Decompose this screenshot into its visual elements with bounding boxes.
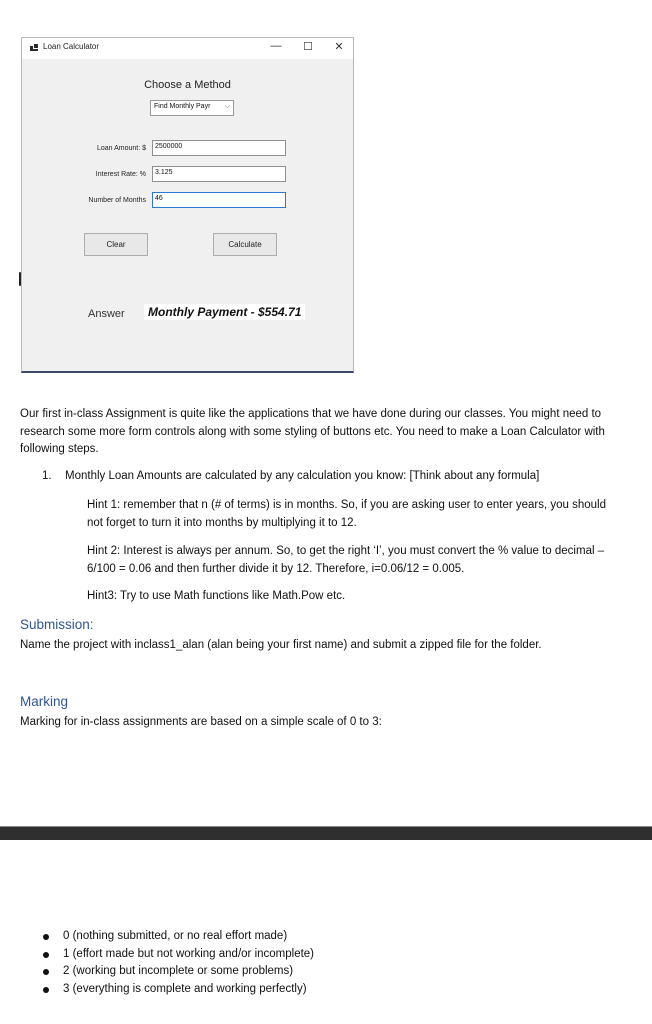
intro-paragraph: Our first in-class Assignment is quite l… [20, 408, 605, 455]
months-label: Number of Months [88, 197, 146, 204]
bullet-icon [43, 986, 49, 993]
bullet-icon [43, 934, 49, 940]
submission-heading: Submission: [20, 617, 94, 632]
loan-amount-label: Loan Amount: $ [96, 145, 146, 152]
interest-rate-label: Interest Rate: % [95, 171, 146, 178]
months-input[interactable]: 46 [152, 192, 286, 208]
window-title: Loan Calculator [43, 42, 100, 51]
method-select[interactable]: Find Monthly Payr ⌵ [150, 100, 234, 116]
method-heading: Choose a Method [144, 79, 231, 91]
hint-1: Hint 1: remember that n (# of terms) is … [87, 499, 607, 529]
title-bar[interactable]: Loan Calculator — ☐ ✕ [22, 38, 353, 59]
loan-calculator-window: Loan Calculator — ☐ ✕ Choose a Method Fi… [21, 37, 354, 373]
maximize-button[interactable]: ☐ [298, 40, 318, 53]
close-button[interactable]: ✕ [329, 40, 349, 53]
hint-2: Hint 2: Interest is always per annum. So… [87, 545, 605, 575]
step-text: Monthly Loan Amounts are calculated by a… [65, 470, 540, 482]
answer-label: Answer [88, 308, 125, 320]
step-number: 1. [42, 470, 52, 482]
bullet-icon [43, 951, 49, 958]
marking-text: Marking for in-class assignments are bas… [20, 716, 382, 728]
clear-button[interactable]: Clear [84, 233, 148, 256]
interest-rate-input[interactable]: 3.125 [152, 166, 286, 182]
loan-amount-input[interactable]: 2500000 [152, 140, 286, 156]
calculate-button[interactable]: Calculate [213, 233, 277, 256]
app-icon [30, 44, 38, 51]
chevron-down-icon: ⌵ [224, 103, 230, 110]
page-divider-bar [0, 826, 652, 840]
method-select-value: Find Monthly Payr [154, 103, 211, 110]
marking-heading: Marking [20, 694, 69, 709]
answer-value: Monthly Payment - $554.71 [144, 304, 306, 320]
submission-text: Name the project with inclass1_alan (ala… [20, 639, 542, 651]
hint-3: Hint3: Try to use Math functions like Ma… [87, 590, 346, 602]
minimize-button[interactable]: — [266, 40, 286, 52]
bullet-icon [43, 969, 49, 975]
